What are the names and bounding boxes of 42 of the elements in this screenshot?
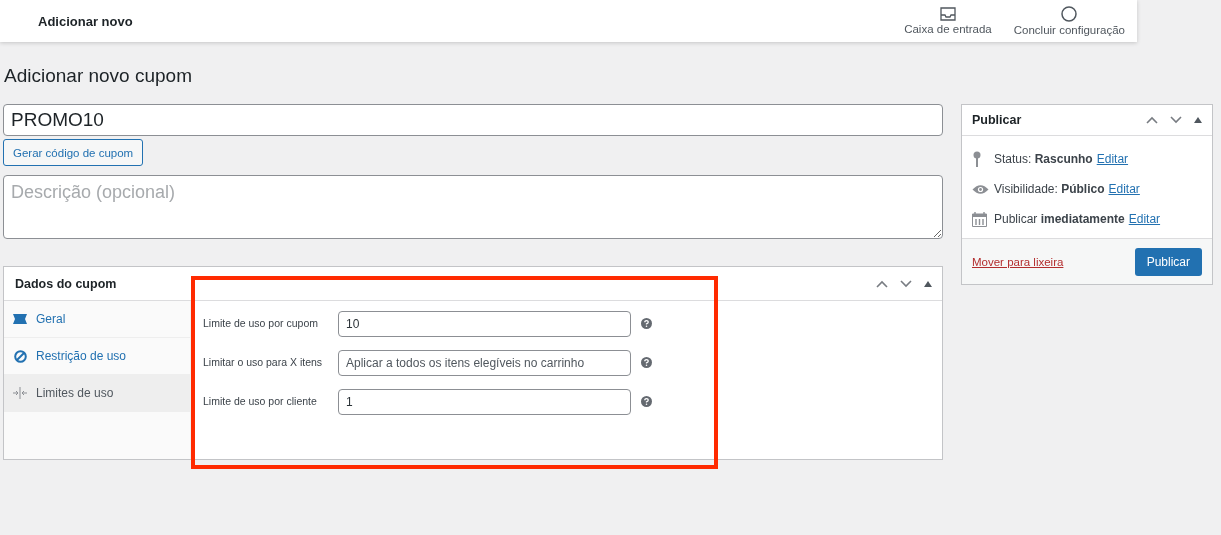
circle-icon [1061,6,1078,22]
pin-icon [972,151,982,167]
toolbar-button[interactable]: Concluir configuração [1013,3,1125,39]
help-icon[interactable] [641,357,652,368]
triangle-icon[interactable] [924,280,932,287]
status-text: Status: Rascunho [994,152,1093,166]
inbox-icon [939,7,956,21]
calendar-icon [972,211,987,227]
edit-link[interactable]: Editar [1108,182,1140,196]
input-field[interactable]: 1 [338,389,631,415]
field-label: Limitar o uso para X itens [203,355,324,368]
coupon-code-field[interactable]: PROMO10 [3,104,943,136]
chevron-down-icon[interactable] [1170,116,1182,124]
status-text: Publicar imediatamente [994,212,1125,226]
prohibited-icon [13,349,27,363]
generate-code-button[interactable]: Gerar código de cupom [3,139,144,166]
ticket-icon [13,314,27,324]
toolbar-button[interactable]: Caixa de entrada [904,3,992,39]
publish-button[interactable]: Publicar [1134,248,1202,276]
eye-icon [972,183,989,195]
edit-link[interactable]: Editar [1128,212,1161,226]
triangle-icon[interactable] [1194,117,1202,123]
page-title: Adicionar novo cupom [4,64,193,88]
help-icon[interactable] [641,318,652,329]
arrows-icon [13,387,27,399]
chevron-up-icon[interactable] [876,279,888,288]
chevron-down-icon[interactable] [900,279,912,288]
input-field[interactable]: 10 [338,311,631,337]
panel-title: Publicar [972,113,1023,127]
page-heading: Adicionar novo [38,13,133,29]
edit-link[interactable]: Editar [1096,152,1129,166]
trash-link[interactable]: Mover para lixeira [972,256,1064,268]
input-field[interactable]: Aplicar a todos os itens elegíveis no carrinho [338,350,631,376]
tab[interactable]: Geral [4,301,190,338]
tab[interactable]: Limites de uso [4,375,190,412]
panel-title: Dados do cupom [15,276,118,291]
help-icon[interactable] [641,396,652,407]
chevron-up-icon[interactable] [1146,116,1158,124]
description-field[interactable]: Descrição (opcional) [3,175,943,239]
status-text: Visibilidade: Público [994,182,1105,196]
field-label: Limite de uso por cliente [203,394,318,407]
field-label: Limite de uso por cupom [203,316,319,329]
